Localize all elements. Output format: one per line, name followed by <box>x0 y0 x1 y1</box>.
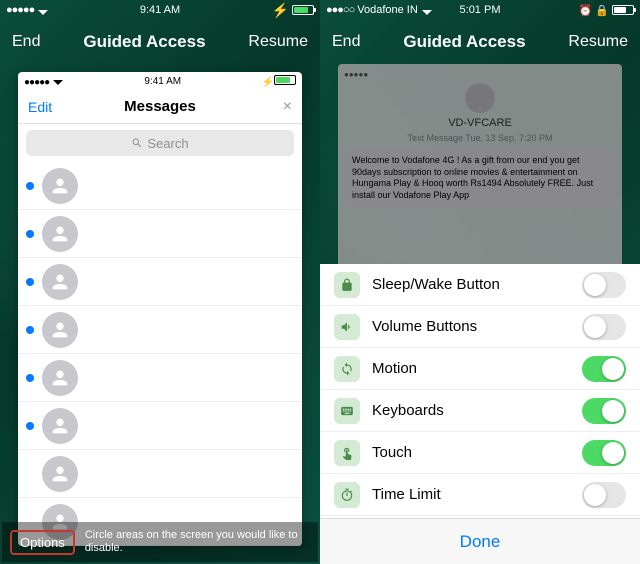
option-row: Time Limit <box>320 474 640 516</box>
resume-button[interactable]: Resume <box>248 33 308 51</box>
wifi-icon <box>37 5 49 15</box>
option-row: Keyboards <box>320 390 640 432</box>
toggle-switch[interactable] <box>582 440 626 466</box>
battery-icon <box>292 5 314 15</box>
search-icon <box>131 137 143 149</box>
end-button[interactable]: End <box>332 33 360 51</box>
avatar-icon <box>42 168 78 204</box>
contact-avatar <box>465 83 495 113</box>
phone-right: ●●●○○ Vodafone IN 5:01 PM ⏰ 🔒 End Guided… <box>320 0 640 564</box>
close-icon[interactable]: × <box>283 98 292 116</box>
volume-icon <box>334 314 360 340</box>
status-time: 9:41 AM <box>140 4 180 16</box>
message-row[interactable] <box>18 306 302 354</box>
options-list: Sleep/Wake Button Volume Buttons Motion Key… <box>320 264 640 518</box>
end-button[interactable]: End <box>12 33 40 51</box>
keyboard-icon <box>334 398 360 424</box>
signal-dots: ●●●○○ <box>326 4 354 16</box>
guided-access-title: Guided Access <box>83 32 205 52</box>
guided-access-bar: End Guided Access Resume <box>320 20 640 64</box>
done-button[interactable]: Done <box>320 518 640 564</box>
carrier-name: Vodafone IN <box>357 4 418 16</box>
avatar-icon <box>42 408 78 444</box>
message-row[interactable] <box>18 402 302 450</box>
unread-dot <box>26 422 34 430</box>
messages-header: Edit Messages × <box>18 90 302 124</box>
inner-time: 9:41 AM <box>144 76 181 87</box>
resume-button[interactable]: Resume <box>568 33 628 51</box>
battery-icon <box>612 5 634 15</box>
battery-icon <box>274 75 296 85</box>
option-label: Touch <box>372 444 570 461</box>
rotation-lock-icon: 🔒 <box>595 4 609 17</box>
toggle-switch[interactable] <box>582 314 626 340</box>
unread-dot <box>26 230 34 238</box>
timer-icon <box>334 482 360 508</box>
touch-icon <box>334 440 360 466</box>
avatar-icon <box>42 264 78 300</box>
message-bubble: Welcome to Vodafone 4G ! As a gift from … <box>344 149 616 208</box>
avatar-icon <box>42 360 78 396</box>
avatar-icon <box>42 456 78 492</box>
status-bar: ●●●●● 9:41 AM ⚡ <box>0 0 320 20</box>
message-meta: Text Message Tue, 13 Sep, 7:20 PM <box>344 133 616 143</box>
guided-access-bar: End Guided Access Resume <box>0 20 320 64</box>
message-row[interactable] <box>18 210 302 258</box>
inner-status-bar: ●●●●● 9:41 AM ⚡ <box>18 72 302 90</box>
charging-icon: ⚡ <box>272 2 289 19</box>
unread-dot <box>26 182 34 190</box>
unread-dot <box>26 374 34 382</box>
phone-left: ●●●●● 9:41 AM ⚡ End Guided Access Resume… <box>0 0 320 564</box>
option-label: Volume Buttons <box>372 318 570 335</box>
option-label: Sleep/Wake Button <box>372 276 570 293</box>
hint-text: Circle areas on the screen you would lik… <box>85 529 310 555</box>
contact-name: VD-VFCARE <box>344 117 616 129</box>
option-row: Touch <box>320 432 640 474</box>
wifi-icon <box>52 75 64 85</box>
options-panel: Sleep/Wake Button Volume Buttons Motion Key… <box>320 264 640 564</box>
motion-icon <box>334 356 360 382</box>
charging-icon: ⚡ <box>262 77 274 88</box>
edit-button[interactable]: Edit <box>28 99 52 115</box>
status-time: 5:01 PM <box>460 4 501 16</box>
option-label: Keyboards <box>372 402 570 419</box>
message-row[interactable] <box>18 450 302 498</box>
toggle-switch[interactable] <box>582 356 626 382</box>
option-label: Time Limit <box>372 486 570 503</box>
alarm-icon: ⏰ <box>579 4 593 17</box>
toggle-switch[interactable] <box>582 398 626 424</box>
unread-dot <box>26 326 34 334</box>
messages-title: Messages <box>124 98 196 115</box>
messages-list <box>18 162 302 546</box>
options-button[interactable]: Options <box>10 530 75 555</box>
avatar-icon <box>42 216 78 252</box>
option-row: Sleep/Wake Button <box>320 264 640 306</box>
inner-app-preview: ●●●●● 9:41 AM ⚡ Edit Messages × Search <box>18 72 302 546</box>
avatar-icon <box>42 312 78 348</box>
option-row: Volume Buttons <box>320 306 640 348</box>
search-placeholder: Search <box>147 136 188 151</box>
wifi-icon <box>421 5 433 15</box>
unread-dot <box>26 278 34 286</box>
search-input[interactable]: Search <box>26 130 294 156</box>
message-row[interactable] <box>18 162 302 210</box>
message-row[interactable] <box>18 258 302 306</box>
option-row: Motion <box>320 348 640 390</box>
message-row[interactable] <box>18 354 302 402</box>
guided-access-title: Guided Access <box>403 32 525 52</box>
signal-dots: ●●●●● <box>6 4 34 16</box>
bottom-bar: Options Circle areas on the screen you w… <box>2 522 318 562</box>
option-label: Motion <box>372 360 570 377</box>
dimmed-app-preview: ●●●●● VD-VFCARE Text Message Tue, 13 Sep… <box>338 64 622 274</box>
toggle-switch[interactable] <box>582 272 626 298</box>
status-bar: ●●●○○ Vodafone IN 5:01 PM ⏰ 🔒 <box>320 0 640 20</box>
toggle-switch[interactable] <box>582 482 626 508</box>
lock-icon <box>334 272 360 298</box>
